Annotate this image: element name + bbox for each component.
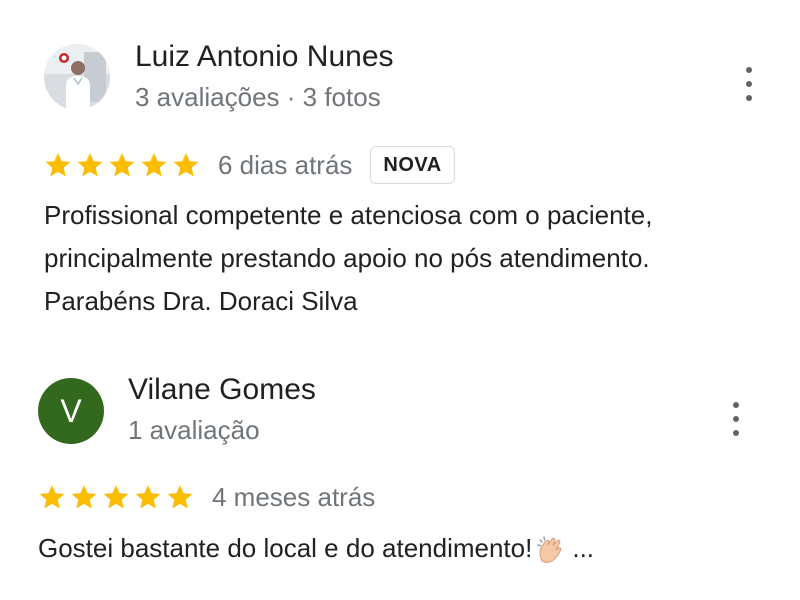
star-icon <box>45 153 71 177</box>
review-text: Gostei bastante do local e do atendiment… <box>38 527 594 570</box>
avatar[interactable]: V <box>38 378 104 444</box>
star-icon <box>135 485 161 509</box>
star-icon <box>141 153 167 177</box>
avatar-photo <box>44 44 110 110</box>
author-meta: 3 avaliações · 3 fotos <box>135 82 381 112</box>
star-icon <box>71 485 97 509</box>
dot <box>746 81 752 87</box>
clapping-hands-icon <box>537 536 562 564</box>
dot <box>746 67 752 73</box>
author-name[interactable]: Luiz Antonio Nunes <box>135 40 394 74</box>
star-icon <box>77 153 103 177</box>
avatar-initial: V <box>60 392 82 429</box>
more-options-button[interactable] <box>726 402 746 436</box>
review-text-line: Parabéns Dra. Doraci Silva <box>44 286 358 316</box>
review-text: Profissional competente e atenciosa com … <box>44 194 652 323</box>
dot <box>733 430 739 436</box>
review-text-line: Profissional competente e atenciosa com … <box>44 200 653 230</box>
star-icon <box>167 485 193 509</box>
review-date: 4 meses atrás <box>212 481 376 512</box>
review-text-line: principalmente prestando apoio no pós at… <box>44 243 650 273</box>
review-date: 6 dias atrás <box>218 149 353 180</box>
star-icon <box>173 153 199 177</box>
more-options-button[interactable] <box>739 67 759 101</box>
star-rating <box>44 151 200 179</box>
new-badge: NOVA <box>370 146 455 184</box>
review-text-content: Gostei bastante do local e do atendiment… <box>38 533 533 563</box>
dot <box>733 402 739 408</box>
rating-row: 6 dias atrás NOVA <box>44 145 455 185</box>
read-more-link[interactable]: ... <box>572 533 594 563</box>
author-meta: 1 avaliação <box>128 415 260 445</box>
star-icon <box>109 153 135 177</box>
review-card: V Vilane Gomes 1 avaliação 4 meses atrás… <box>0 340 800 600</box>
star-icon <box>39 485 65 509</box>
star-rating <box>38 483 194 511</box>
star-icon <box>103 485 129 509</box>
dot <box>733 416 739 422</box>
rating-row: 4 meses atrás <box>38 477 375 517</box>
avatar[interactable] <box>44 44 110 110</box>
dot <box>746 95 752 101</box>
review-card: Luiz Antonio Nunes 3 avaliações · 3 foto… <box>0 0 800 340</box>
author-name[interactable]: Vilane Gomes <box>128 373 316 407</box>
